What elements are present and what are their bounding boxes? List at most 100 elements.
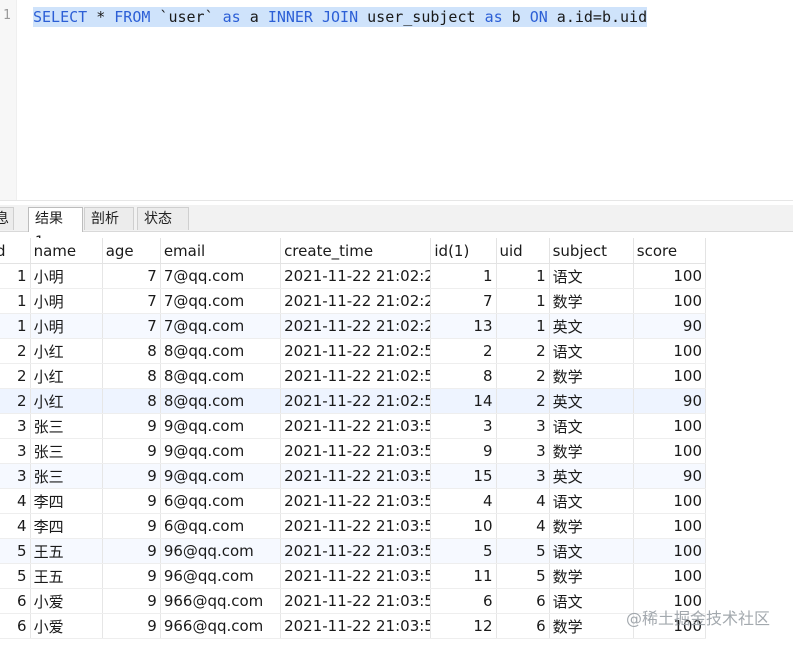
cell-name[interactable]: 张三 bbox=[30, 463, 103, 489]
cell-age[interactable]: 8 bbox=[102, 338, 161, 364]
cell-email[interactable]: 96@qq.com bbox=[160, 538, 282, 564]
cell-score[interactable]: 100 bbox=[633, 563, 707, 589]
cell-id-1[interactable]: 10 bbox=[430, 513, 497, 539]
sql-query-line[interactable]: SELECT * FROM `user` as a INNER JOIN use… bbox=[33, 7, 648, 27]
cell-email[interactable]: 7@qq.com bbox=[160, 313, 282, 339]
cell-name[interactable]: 小红 bbox=[30, 388, 103, 414]
cell-uid[interactable]: 2 bbox=[496, 388, 550, 414]
cell-age[interactable]: 8 bbox=[102, 388, 161, 414]
cell-id-1[interactable]: 9 bbox=[430, 438, 497, 464]
tab-profile[interactable]: 剖析 bbox=[84, 207, 134, 230]
cell-email[interactable]: 8@qq.com bbox=[160, 363, 282, 389]
cell-subject[interactable]: 语文 bbox=[549, 263, 634, 289]
column-header-uid[interactable]: uid bbox=[496, 238, 550, 264]
cell-uid[interactable]: 6 bbox=[496, 588, 550, 614]
cell-score[interactable]: 100 bbox=[633, 263, 707, 289]
table-row[interactable]: 2 小红 8 8@qq.com 2021-11-22 21:02:53 2 2 语文 100 bbox=[0, 338, 707, 364]
sql-editor[interactable]: 1 SELECT * FROM `user` as a INNER JOIN u… bbox=[0, 0, 793, 201]
cell-id[interactable]: 3 bbox=[0, 463, 31, 489]
cell-id[interactable]: 1 bbox=[0, 263, 31, 289]
cell-uid[interactable]: 4 bbox=[496, 488, 550, 514]
table-row[interactable]: 1 小明 7 7@qq.com 2021-11-22 21:02:27 1 1 语文 100 bbox=[0, 263, 707, 289]
cell-id-1[interactable]: 1 bbox=[430, 263, 497, 289]
cell-id-1[interactable]: 4 bbox=[430, 488, 497, 514]
cell-age[interactable]: 9 bbox=[102, 538, 161, 564]
cell-age[interactable]: 9 bbox=[102, 588, 161, 614]
cell-id[interactable]: 6 bbox=[0, 588, 31, 614]
cell-subject[interactable]: 语文 bbox=[549, 488, 634, 514]
cell-create-time[interactable]: 2021-11-22 21:02:53 bbox=[280, 363, 432, 389]
cell-create-time[interactable]: 2021-11-22 21:03:58 bbox=[280, 438, 432, 464]
cell-subject[interactable]: 语文 bbox=[549, 338, 634, 364]
cell-subject[interactable]: 语文 bbox=[549, 538, 634, 564]
cell-subject[interactable]: 英文 bbox=[549, 313, 634, 339]
cell-score[interactable]: 100 bbox=[633, 538, 707, 564]
column-header-score[interactable]: score bbox=[633, 238, 707, 264]
cell-create-time[interactable]: 2021-11-22 21:03:58 bbox=[280, 538, 432, 564]
cell-id-1[interactable]: 11 bbox=[430, 563, 497, 589]
cell-subject[interactable]: 数学 bbox=[549, 288, 634, 314]
cell-id[interactable]: 2 bbox=[0, 363, 31, 389]
cell-name[interactable]: 王五 bbox=[30, 563, 103, 589]
table-row[interactable]: 5 王五 9 96@qq.com 2021-11-22 21:03:58 11 5 数学 100 bbox=[0, 563, 707, 589]
cell-uid[interactable]: 6 bbox=[496, 613, 550, 639]
cell-email[interactable]: 966@qq.com bbox=[160, 588, 282, 614]
cell-age[interactable]: 9 bbox=[102, 613, 161, 639]
tab-result-1[interactable]: 结果 1 bbox=[28, 207, 83, 250]
cell-age[interactable]: 8 bbox=[102, 363, 161, 389]
cell-subject[interactable]: 语文 bbox=[549, 588, 634, 614]
table-row[interactable]: 6 小爱 9 966@qq.com 2021-11-22 21:03:58 6 6 语文 100 bbox=[0, 588, 707, 614]
cell-email[interactable]: 9@qq.com bbox=[160, 413, 282, 439]
tab-status[interactable]: 状态 bbox=[137, 207, 189, 230]
cell-create-time[interactable]: 2021-11-22 21:03:58 bbox=[280, 588, 432, 614]
table-row[interactable]: 3 张三 9 9@qq.com 2021-11-22 21:03:58 15 3 英文 90 bbox=[0, 463, 707, 489]
cell-create-time[interactable]: 2021-11-22 21:03:58 bbox=[280, 488, 432, 514]
cell-name[interactable]: 小爱 bbox=[30, 613, 103, 639]
cell-email[interactable]: 7@qq.com bbox=[160, 288, 282, 314]
cell-email[interactable]: 966@qq.com bbox=[160, 613, 282, 639]
cell-email[interactable]: 6@qq.com bbox=[160, 513, 282, 539]
table-row[interactable]: 3 张三 9 9@qq.com 2021-11-22 21:03:58 9 3 数学 100 bbox=[0, 438, 707, 464]
column-header-id-1[interactable]: id(1) bbox=[430, 238, 497, 264]
table-row[interactable]: 5 王五 9 96@qq.com 2021-11-22 21:03:58 5 5 语文 100 bbox=[0, 538, 707, 564]
column-header-create-time[interactable]: create_time bbox=[280, 238, 432, 264]
cell-score[interactable]: 100 bbox=[633, 413, 707, 439]
cell-id-1[interactable]: 3 bbox=[430, 413, 497, 439]
cell-name[interactable]: 小明 bbox=[30, 263, 103, 289]
cell-id-1[interactable]: 14 bbox=[430, 388, 497, 414]
cell-uid[interactable]: 2 bbox=[496, 338, 550, 364]
cell-id[interactable]: 2 bbox=[0, 388, 31, 414]
cell-id-1[interactable]: 8 bbox=[430, 363, 497, 389]
cell-subject[interactable]: 语文 bbox=[549, 413, 634, 439]
result-grid[interactable]: d name age email create_time id(1) uid s… bbox=[0, 238, 707, 639]
cell-email[interactable]: 8@qq.com bbox=[160, 338, 282, 364]
cell-age[interactable]: 9 bbox=[102, 488, 161, 514]
cell-subject[interactable]: 数学 bbox=[549, 613, 634, 639]
cell-uid[interactable]: 2 bbox=[496, 363, 550, 389]
cell-create-time[interactable]: 2021-11-22 21:03:58 bbox=[280, 463, 432, 489]
cell-id[interactable]: 3 bbox=[0, 438, 31, 464]
cell-subject[interactable]: 数学 bbox=[549, 438, 634, 464]
cell-uid[interactable]: 4 bbox=[496, 513, 550, 539]
cell-id-1[interactable]: 13 bbox=[430, 313, 497, 339]
cell-age[interactable]: 9 bbox=[102, 563, 161, 589]
cell-id[interactable]: 4 bbox=[0, 488, 31, 514]
cell-score[interactable]: 100 bbox=[633, 288, 707, 314]
cell-id[interactable]: 1 bbox=[0, 313, 31, 339]
column-header-subject[interactable]: subject bbox=[549, 238, 634, 264]
cell-name[interactable]: 小爱 bbox=[30, 588, 103, 614]
cell-id-1[interactable]: 6 bbox=[430, 588, 497, 614]
cell-create-time[interactable]: 2021-11-22 21:02:27 bbox=[280, 313, 432, 339]
cell-age[interactable]: 9 bbox=[102, 438, 161, 464]
cell-uid[interactable]: 1 bbox=[496, 288, 550, 314]
cell-age[interactable]: 7 bbox=[102, 288, 161, 314]
cell-age[interactable]: 7 bbox=[102, 313, 161, 339]
cell-subject[interactable]: 数学 bbox=[549, 513, 634, 539]
cell-age[interactable]: 9 bbox=[102, 463, 161, 489]
cell-name[interactable]: 李四 bbox=[30, 488, 103, 514]
cell-uid[interactable]: 1 bbox=[496, 313, 550, 339]
cell-score[interactable]: 90 bbox=[633, 313, 707, 339]
cell-id[interactable]: 6 bbox=[0, 613, 31, 639]
cell-uid[interactable]: 5 bbox=[496, 563, 550, 589]
cell-id[interactable]: 5 bbox=[0, 563, 31, 589]
